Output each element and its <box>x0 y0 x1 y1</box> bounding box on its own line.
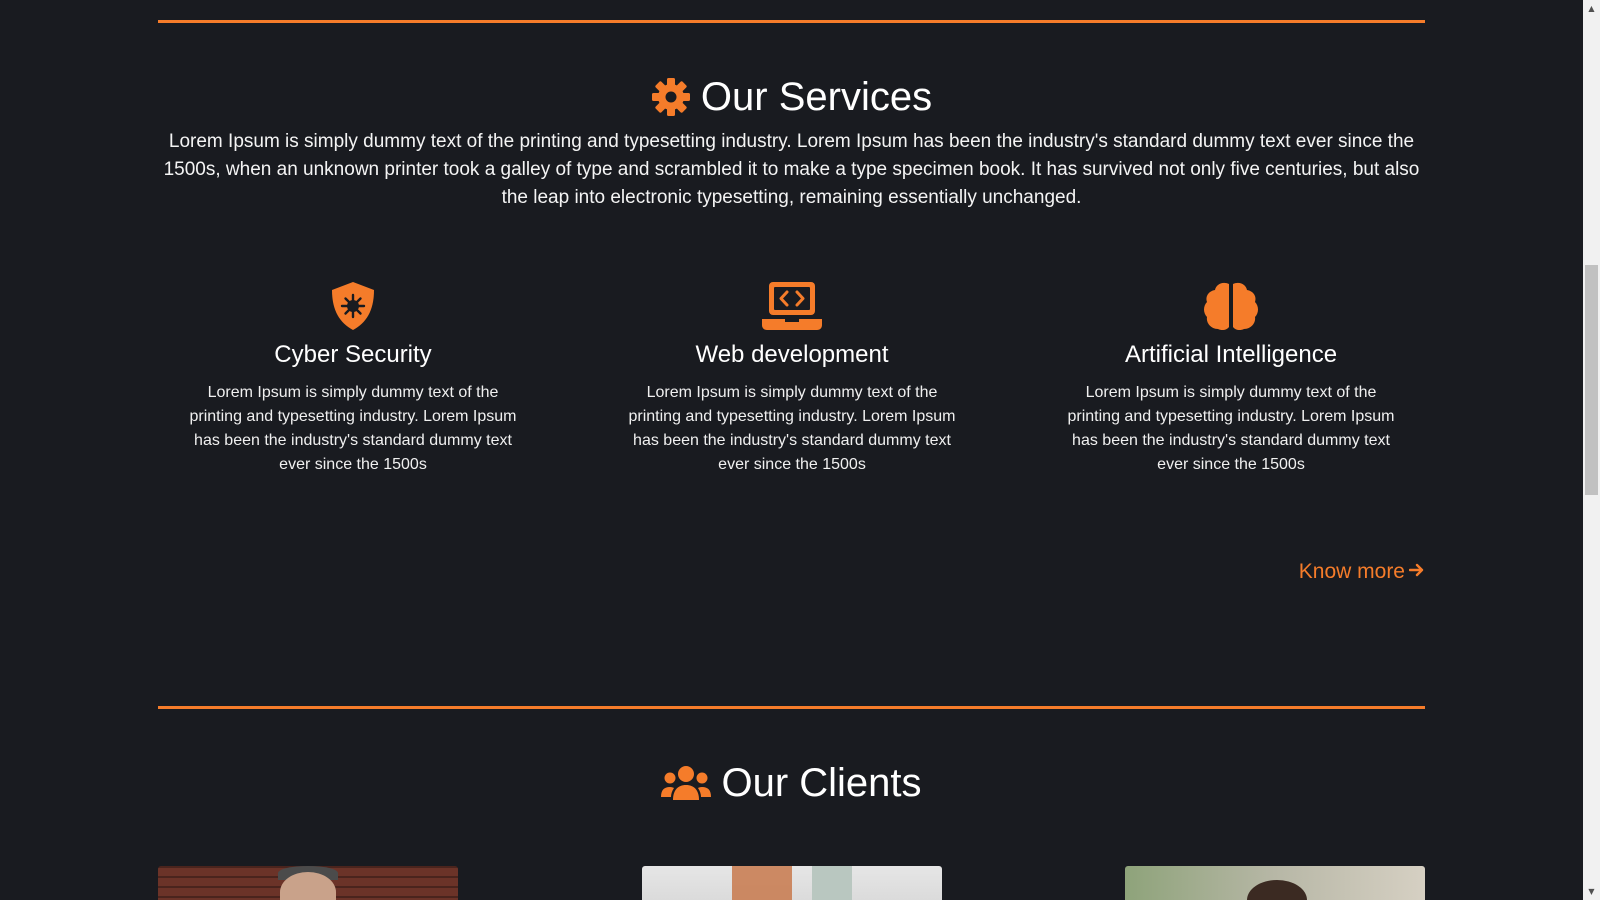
service-description: Lorem Ipsum is simply dummy text of the … <box>628 384 956 473</box>
services-intro: Lorem Ipsum is simply dummy text of the … <box>163 131 1420 208</box>
users-icon <box>661 764 712 802</box>
scroll-up-icon[interactable]: ▲ <box>1583 0 1600 17</box>
laptop-code-icon <box>761 281 823 336</box>
service-card-web-development: Web development Lorem Ipsum is simply du… <box>622 281 962 477</box>
client-photo <box>1125 866 1425 900</box>
clients-title: Our Clients <box>721 760 922 805</box>
section-divider-clients <box>158 706 1425 709</box>
gear-icon <box>651 77 691 117</box>
service-card-cyber-security: Cyber Security Lorem Ipsum is simply dum… <box>183 281 523 477</box>
service-description: Lorem Ipsum is simply dummy text of the … <box>189 384 517 473</box>
service-card-artificial-intelligence: Artificial Intelligence Lorem Ipsum is s… <box>1061 281 1401 477</box>
client-photo <box>642 866 942 900</box>
services-title: Our Services <box>700 74 933 119</box>
know-more-label: Know more <box>1298 560 1405 583</box>
know-more-link[interactable]: Know more <box>1299 560 1425 584</box>
service-title: Web development <box>695 341 889 368</box>
page: Our Services Lorem Ipsum is simply dummy… <box>0 0 1583 900</box>
services-heading: Our Services <box>158 72 1425 122</box>
shield-virus-icon <box>329 281 377 336</box>
service-title: Artificial Intelligence <box>1124 341 1338 368</box>
scrollbar-thumb[interactable] <box>1585 265 1598 495</box>
scroll-down-icon[interactable]: ▼ <box>1583 883 1600 900</box>
arrow-right-icon <box>1408 560 1425 584</box>
service-title: Cyber Security <box>274 341 432 368</box>
vertical-scrollbar[interactable]: ▲ ▼ <box>1583 0 1600 900</box>
clients-heading: Our Clients <box>158 758 1425 808</box>
client-photo <box>158 866 458 900</box>
brain-icon <box>1203 281 1259 336</box>
section-divider-top <box>158 20 1425 23</box>
service-description: Lorem Ipsum is simply dummy text of the … <box>1067 384 1395 473</box>
